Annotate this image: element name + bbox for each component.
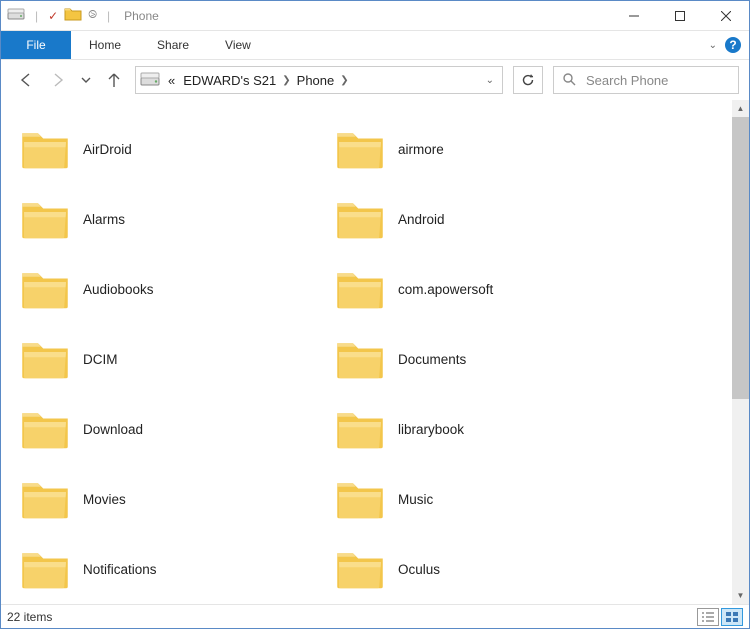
folder-item[interactable]: Movies <box>15 464 330 534</box>
address-dropdown-icon[interactable]: ⌄ <box>486 75 494 86</box>
folder-item[interactable]: Music <box>330 464 645 534</box>
folder-icon <box>17 401 73 457</box>
folder-icon <box>332 261 388 317</box>
folder-item[interactable]: com.apowersoft <box>330 254 645 324</box>
status-bar: 22 items <box>1 604 749 628</box>
folder-icon <box>17 471 73 527</box>
folder-label: DCIM <box>83 352 118 367</box>
window-title: Phone <box>124 9 159 23</box>
drive-icon <box>7 7 25 24</box>
title-bar: | ✓ ⧁ | Phone <box>1 1 749 31</box>
scroll-down-icon[interactable]: ▼ <box>732 587 749 604</box>
back-button[interactable] <box>15 69 37 91</box>
folder-icon <box>332 541 388 597</box>
chevron-right-icon[interactable]: ❯ <box>280 75 292 86</box>
details-view-button[interactable] <box>697 608 719 626</box>
chevron-right-icon[interactable]: ❯ <box>338 75 350 86</box>
folder-icon <box>332 401 388 457</box>
quick-access-toolbar: | ✓ ⧁ | Phone <box>1 1 159 30</box>
breadcrumb-current[interactable]: Phone <box>297 73 335 88</box>
folder-item[interactable]: librarybook <box>330 394 645 464</box>
folder-icon <box>332 191 388 247</box>
folder-item[interactable]: Documents <box>330 324 645 394</box>
navigation-bar: « EDWARD's S21 ❯ Phone ❯ ⌄ <box>1 60 749 100</box>
folder-icon <box>17 541 73 597</box>
folder-label: AirDroid <box>83 142 132 157</box>
minimize-button[interactable] <box>611 1 657 30</box>
ribbon-tabs: File Home Share View ⌄ ? <box>1 31 749 60</box>
tab-home[interactable]: Home <box>71 31 139 59</box>
folder-label: Movies <box>83 492 126 507</box>
folder-label: com.apowersoft <box>398 282 493 297</box>
folder-label: airmore <box>398 142 444 157</box>
folder-view[interactable]: AirDroid Alarms Audiobooks DCIM Download… <box>1 100 732 604</box>
folder-item[interactable]: airmore <box>330 114 645 184</box>
folder-icon <box>332 121 388 177</box>
folder-label: Oculus <box>398 562 440 577</box>
scroll-thumb[interactable] <box>732 117 749 399</box>
search-box[interactable] <box>553 66 739 94</box>
qat-dropdown-icon[interactable]: ⧁ <box>88 9 97 22</box>
content-area: AirDroid Alarms Audiobooks DCIM Download… <box>1 100 749 604</box>
folder-item[interactable]: Notifications <box>15 534 330 604</box>
window-controls <box>611 1 749 30</box>
folder-item[interactable]: Android <box>330 184 645 254</box>
folder-item[interactable]: Alarms <box>15 184 330 254</box>
vertical-scrollbar[interactable]: ▲ ▼ <box>732 100 749 604</box>
search-input[interactable] <box>584 72 750 89</box>
properties-checkmark-icon[interactable]: ✓ <box>48 9 58 23</box>
scroll-up-icon[interactable]: ▲ <box>732 100 749 117</box>
folder-label: librarybook <box>398 422 464 437</box>
folder-icon <box>332 331 388 387</box>
recent-locations-button[interactable] <box>79 69 93 91</box>
help-icon[interactable]: ? <box>725 37 741 53</box>
file-tab[interactable]: File <box>1 31 71 59</box>
tab-view[interactable]: View <box>207 31 269 59</box>
forward-button[interactable] <box>47 69 69 91</box>
folder-item[interactable]: AirDroid <box>15 114 330 184</box>
folder-label: Alarms <box>83 212 125 227</box>
folder-label: Notifications <box>83 562 157 577</box>
folder-item[interactable]: Audiobooks <box>15 254 330 324</box>
folder-label: Android <box>398 212 445 227</box>
folder-icon <box>332 471 388 527</box>
folder-icon <box>17 121 73 177</box>
refresh-button[interactable] <box>513 66 543 94</box>
folder-label: Documents <box>398 352 466 367</box>
folder-icon <box>17 261 73 317</box>
separator: | <box>35 9 38 23</box>
close-button[interactable] <box>703 1 749 30</box>
folder-small-icon[interactable] <box>64 6 82 25</box>
up-button[interactable] <box>103 69 125 91</box>
address-bar[interactable]: « EDWARD's S21 ❯ Phone ❯ ⌄ <box>135 66 503 94</box>
breadcrumb-overflow[interactable]: « <box>164 73 179 88</box>
drive-icon <box>140 71 160 90</box>
folder-icon <box>17 331 73 387</box>
tab-share[interactable]: Share <box>139 31 207 59</box>
item-count: 22 items <box>7 610 52 624</box>
folder-item[interactable]: DCIM <box>15 324 330 394</box>
large-icons-view-button[interactable] <box>721 608 743 626</box>
folder-label: Music <box>398 492 433 507</box>
separator: | <box>107 9 110 23</box>
ribbon-collapse-icon[interactable]: ⌄ <box>709 40 717 51</box>
folder-label: Download <box>83 422 143 437</box>
breadcrumb-parent[interactable]: EDWARD's S21 <box>183 73 276 88</box>
search-icon <box>562 72 576 89</box>
folder-icon <box>17 191 73 247</box>
folder-item[interactable]: Oculus <box>330 534 645 604</box>
folder-label: Audiobooks <box>83 282 154 297</box>
scroll-track[interactable] <box>732 117 749 587</box>
maximize-button[interactable] <box>657 1 703 30</box>
folder-item[interactable]: Download <box>15 394 330 464</box>
